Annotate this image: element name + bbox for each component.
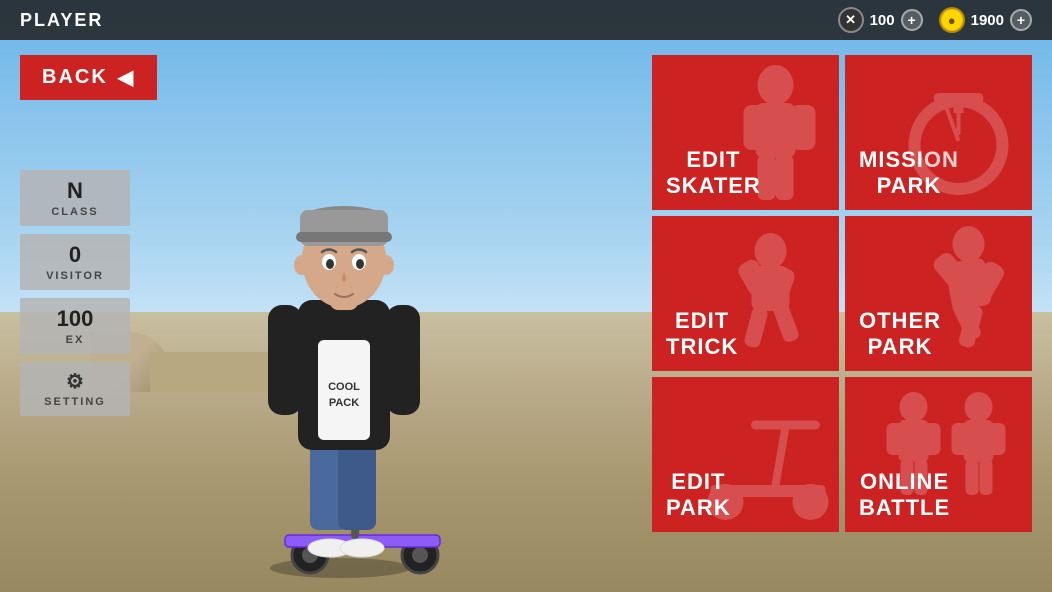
- class-label: CLASS: [51, 206, 98, 218]
- x-amount: 100: [870, 12, 895, 29]
- ex-label: EX: [66, 334, 85, 346]
- edit-skater-button[interactable]: EDITSKATER: [652, 55, 839, 210]
- edit-park-button[interactable]: EDITPARK: [652, 377, 839, 532]
- stat-class: N CLASS: [20, 170, 130, 226]
- stats-panel: N CLASS 0 VISITOR 100 EX ⚙ SETTING: [20, 170, 130, 416]
- setting-label: SETTING: [44, 396, 106, 408]
- back-button[interactable]: BACK ◀: [20, 55, 157, 100]
- back-label: BACK: [42, 66, 108, 89]
- svg-text:COOL: COOL: [328, 381, 360, 393]
- coin-plus-button[interactable]: +: [1010, 9, 1032, 31]
- visitor-value: 0: [69, 244, 81, 266]
- stat-visitor: 0 VISITOR: [20, 234, 130, 290]
- back-arrow-icon: ◀: [118, 65, 135, 90]
- edit-trick-label: EDITTRICK: [666, 308, 738, 359]
- coin-amount: 1900: [971, 12, 1004, 29]
- other-park-label: OTHERPARK: [859, 308, 941, 359]
- coin-icon: ●: [939, 7, 965, 33]
- coin-currency: ● 1900 +: [939, 7, 1032, 33]
- ex-value: 100: [57, 308, 94, 330]
- setting-icon: ⚙: [66, 372, 84, 392]
- class-value: N: [67, 180, 83, 202]
- x-currency: ✕ 100 +: [838, 7, 923, 33]
- header-currency-area: ✕ 100 + ● 1900 +: [838, 7, 1032, 33]
- edit-trick-button[interactable]: EDITTRICK: [652, 216, 839, 371]
- page-title: PLAYER: [20, 10, 103, 31]
- player-character-area: COOL PACK: [140, 40, 540, 580]
- stat-setting[interactable]: ⚙ SETTING: [20, 362, 130, 416]
- mission-park-label: MISSIONPARK: [859, 147, 959, 198]
- x-icon: ✕: [838, 7, 864, 33]
- other-park-button[interactable]: OTHERPARK: [845, 216, 1032, 371]
- svg-text:PACK: PACK: [329, 397, 359, 409]
- mission-park-button[interactable]: MISSIONPARK: [845, 55, 1032, 210]
- online-battle-button[interactable]: ONLINEBATTLE: [845, 377, 1032, 532]
- visitor-label: VISITOR: [46, 270, 104, 282]
- x-plus-button[interactable]: +: [901, 9, 923, 31]
- online-battle-label: ONLINEBATTLE: [859, 469, 950, 520]
- stat-ex: 100 EX: [20, 298, 130, 354]
- header-bar: PLAYER ✕ 100 + ● 1900 +: [0, 0, 1052, 40]
- menu-grid: EDITSKATER MISSIONPARK EDITTRICK: [652, 55, 1032, 532]
- edit-skater-label: EDITSKATER: [666, 147, 761, 198]
- player-character: COOL PACK: [180, 80, 500, 580]
- edit-park-label: EDITPARK: [666, 469, 731, 520]
